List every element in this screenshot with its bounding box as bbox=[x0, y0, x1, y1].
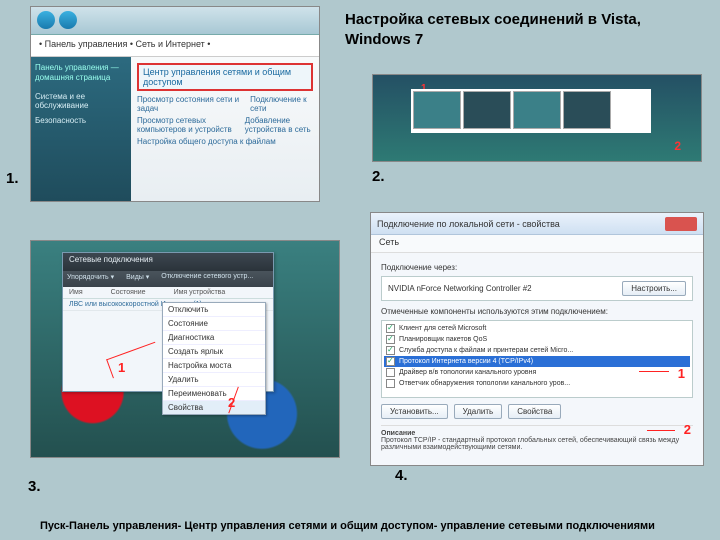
device-name: NVIDIA nForce Networking Controller #2 bbox=[388, 284, 532, 293]
toolbar-item: Упорядочить ▾ bbox=[67, 273, 114, 285]
sidebar-header: Панель управления — домашняя страница bbox=[35, 63, 127, 82]
item-text: Драйвер в/в топологии канального уровня bbox=[399, 369, 536, 376]
checkbox-icon bbox=[386, 368, 395, 377]
slide-title: Настройка сетевых соединений в Vista, Wi… bbox=[345, 10, 665, 49]
install-button: Установить... bbox=[381, 404, 448, 419]
step-number-2: 2. bbox=[372, 168, 385, 185]
dialog-title: Подключение по локальной сети - свойства bbox=[377, 219, 560, 229]
menu-item: Создать ярлык bbox=[163, 345, 265, 359]
thumbnail-icon bbox=[463, 91, 511, 129]
annotation-2: 2 bbox=[674, 139, 681, 153]
item-text: Клиент для сетей Microsoft bbox=[399, 325, 486, 332]
button-row: Установить... Удалить Свойства bbox=[381, 404, 693, 419]
annotation-line bbox=[639, 371, 669, 372]
network-map-card bbox=[411, 89, 651, 133]
menu-item: Отключить bbox=[163, 303, 265, 317]
step-number-4: 4. bbox=[395, 467, 408, 484]
components-label: Отмеченные компоненты используются этим … bbox=[381, 307, 693, 316]
annotation-1: 1 bbox=[678, 366, 685, 381]
thumbnail-icon bbox=[413, 91, 461, 129]
step-number-3: 3. bbox=[28, 478, 41, 495]
menu-item: Удалить bbox=[163, 373, 265, 387]
annotation-line bbox=[647, 430, 675, 431]
annotation-1: 1 bbox=[118, 360, 125, 375]
sidebar-item: Система и ее обслуживание bbox=[35, 92, 127, 110]
remove-button: Удалить bbox=[454, 404, 503, 419]
window-titlebar bbox=[31, 7, 319, 35]
nav-forward-icon bbox=[59, 11, 77, 29]
toolbar-item: Виды ▾ bbox=[126, 273, 149, 285]
configure-button: Настроить... bbox=[622, 281, 686, 296]
main-pane: Центр управления сетями и общим доступом… bbox=[131, 57, 319, 201]
item-text: Протокол Интернета версии 4 (TCP/IPv4) bbox=[399, 358, 533, 365]
list-item: Драйвер в/в топологии канального уровня bbox=[384, 367, 690, 378]
dialog-titlebar: Подключение по локальной сети - свойства bbox=[371, 213, 703, 235]
screenshot-1-control-panel: • Панель управления • Сеть и Интернет • … bbox=[30, 6, 320, 202]
screenshot-2-network-center: 1 2 bbox=[372, 74, 702, 162]
toolbar: Упорядочить ▾ Виды ▾ Отключение сетевого… bbox=[63, 271, 273, 287]
annotation-2: 2 bbox=[228, 395, 235, 410]
menu-item: Диагностика bbox=[163, 331, 265, 345]
item-text: Ответчик обнаружения топологии канальног… bbox=[399, 380, 570, 387]
link-text: Подключение к сети bbox=[250, 95, 313, 113]
description-label: Описание bbox=[381, 430, 415, 437]
components-list: Клиент для сетей Microsoft Планировщик п… bbox=[381, 320, 693, 398]
item-text: Служба доступа к файлам и принтерам сете… bbox=[399, 347, 573, 354]
thumbnail-icon bbox=[513, 91, 561, 129]
breadcrumb: • Панель управления • Сеть и Интернет • bbox=[31, 35, 319, 57]
annotation-2: 2 bbox=[684, 422, 691, 437]
step-number-1: 1. bbox=[6, 170, 19, 187]
footer-path: Пуск-Панель управления- Центр управления… bbox=[40, 520, 700, 532]
device-box: NVIDIA nForce Networking Controller #2 Н… bbox=[381, 276, 693, 301]
thumbnail-icon bbox=[563, 91, 611, 129]
checkbox-icon bbox=[386, 379, 395, 388]
checkbox-icon bbox=[386, 357, 395, 366]
sidebar: Панель управления — домашняя страница Си… bbox=[31, 57, 131, 201]
sidebar-item: Безопасность bbox=[35, 116, 127, 125]
network-center-link-highlighted: Центр управления сетями и общим доступом bbox=[137, 63, 313, 91]
checkbox-icon bbox=[386, 324, 395, 333]
toolbar-item: Отключение сетевого устр... bbox=[161, 273, 253, 285]
device-label: Подключение через: bbox=[381, 263, 693, 272]
properties-button: Свойства bbox=[508, 404, 561, 419]
link-text: Настройка общего доступа к файлам bbox=[137, 137, 276, 146]
description-box: Описание Протокол TCP/IP - стандартный п… bbox=[381, 425, 693, 451]
nav-back-icon bbox=[37, 11, 55, 29]
col: Имя устройства bbox=[174, 289, 226, 296]
col: Имя bbox=[69, 289, 83, 296]
close-icon bbox=[665, 217, 697, 231]
list-item: Служба доступа к файлам и принтерам сете… bbox=[384, 345, 690, 356]
item-text: Планировщик пакетов QoS bbox=[399, 336, 487, 343]
list-item: Клиент для сетей Microsoft bbox=[384, 323, 690, 334]
list-item: Ответчик обнаружения топологии канальног… bbox=[384, 378, 690, 389]
screenshot-4-properties-dialog: Подключение по локальной сети - свойства… bbox=[370, 212, 704, 466]
menu-item: Настройка моста bbox=[163, 359, 265, 373]
tab-network: Сеть bbox=[371, 235, 703, 253]
col: Состояние bbox=[111, 289, 146, 296]
column-headers: Имя Состояние Имя устройства bbox=[63, 287, 273, 299]
link-text: Добавление устройства в сеть bbox=[245, 116, 313, 134]
checkbox-icon bbox=[386, 346, 395, 355]
checkbox-icon bbox=[386, 335, 395, 344]
window-title: Сетевые подключения bbox=[63, 253, 273, 271]
link-text: Просмотр состояния сети и задач bbox=[137, 95, 242, 113]
link-text: Просмотр сетевых компьютеров и устройств bbox=[137, 116, 237, 134]
list-item-tcpip-selected: Протокол Интернета версии 4 (TCP/IPv4) bbox=[384, 356, 690, 367]
description-text: Протокол TCP/IP - стандартный протокол г… bbox=[381, 437, 679, 451]
list-item: Планировщик пакетов QoS bbox=[384, 334, 690, 345]
menu-item: Состояние bbox=[163, 317, 265, 331]
